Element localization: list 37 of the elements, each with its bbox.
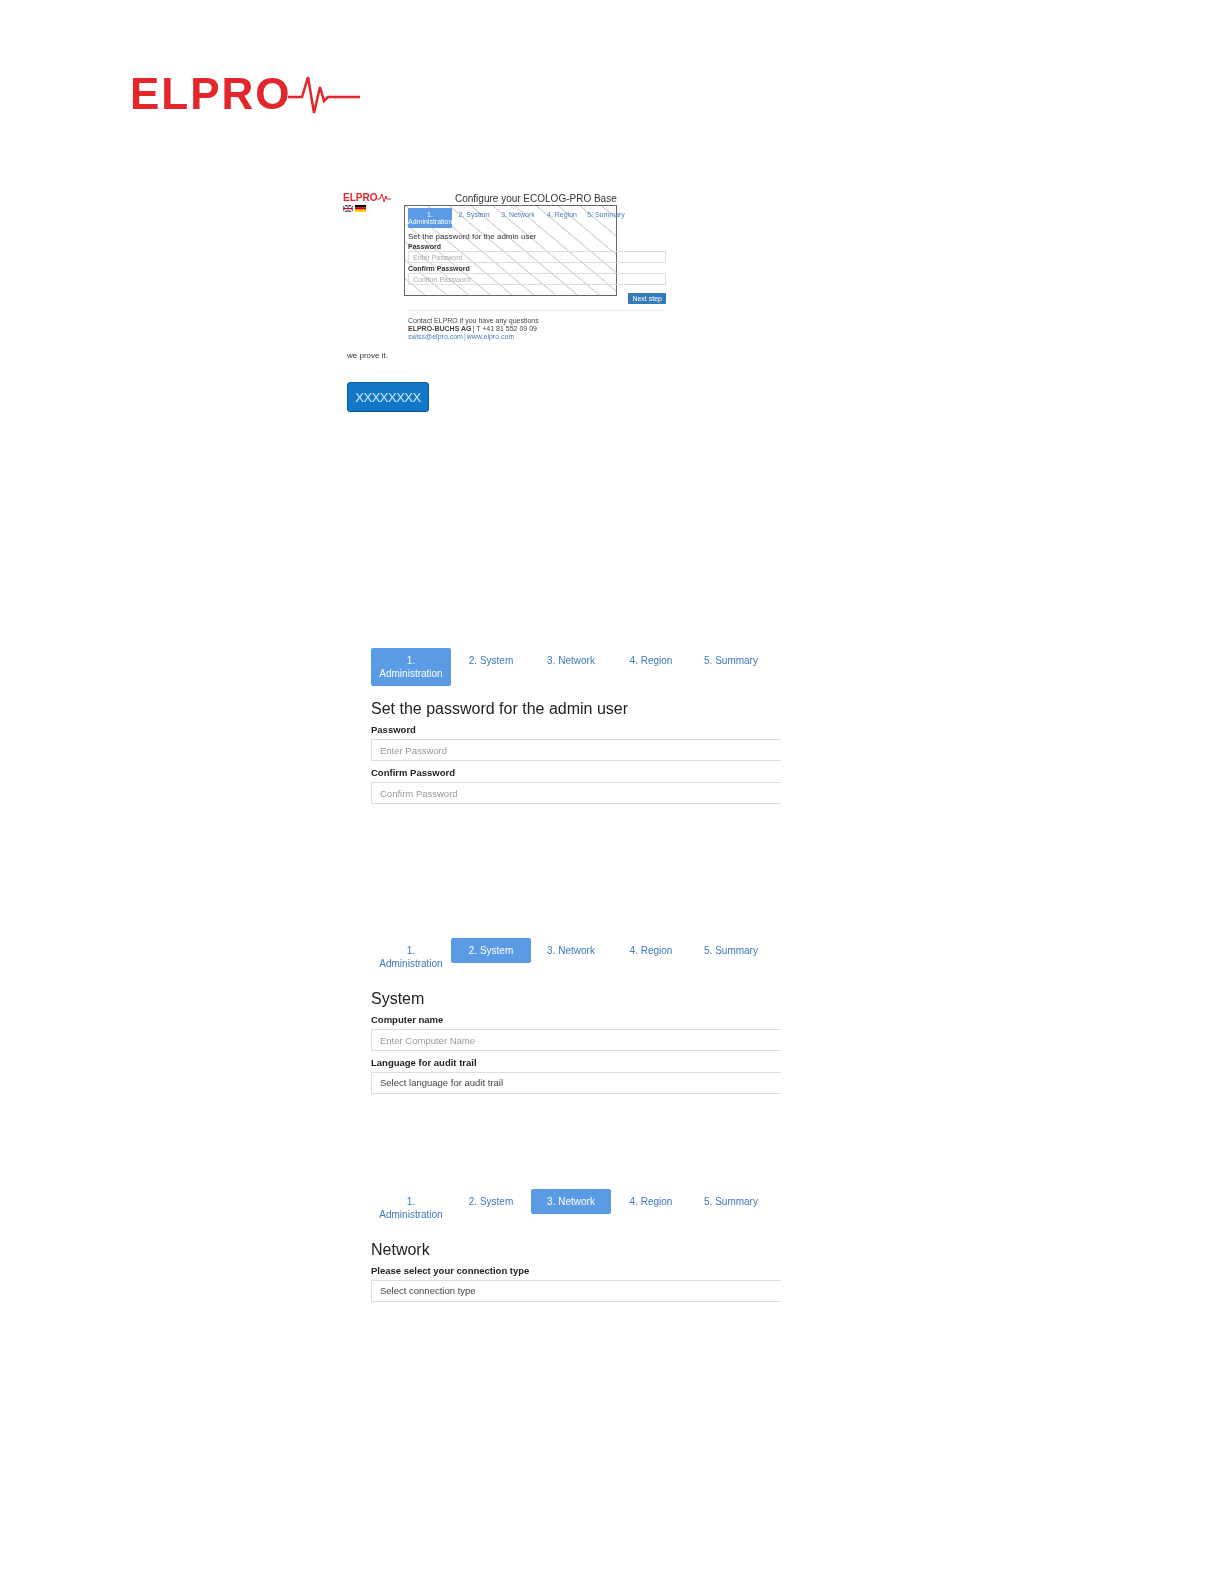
step-tab[interactable]: 5. Summary	[691, 938, 771, 963]
step-tab[interactable]: 2. System	[451, 938, 531, 963]
step-tab[interactable]: 3. Network	[531, 938, 611, 963]
step-tab[interactable]: 1. Administration	[371, 1189, 451, 1227]
input-field[interactable]: Confirm Password	[371, 782, 781, 804]
select-field[interactable]: Select connection type	[371, 1280, 781, 1302]
heartbeat-icon	[377, 192, 392, 203]
page-title: Configure your ECOLOG-PRO Base	[455, 192, 618, 205]
logo-text: ELPRO	[130, 72, 292, 116]
step-tab[interactable]: 3. Network	[531, 648, 611, 673]
field-label: Computer name	[371, 1014, 445, 1025]
step-tab[interactable]: 1. Administration	[371, 648, 451, 686]
step-tab[interactable]: 5. Summary	[691, 648, 771, 673]
field-label: Confirm Password	[371, 767, 456, 778]
section-heading: Set the password for the admin user	[408, 232, 538, 241]
primary-button[interactable]: XXXXXXXX	[347, 382, 429, 412]
section-heading: Set the password for the admin user	[371, 700, 630, 718]
logo-text: ELPRO	[343, 192, 378, 203]
section-heading: Network	[371, 1241, 431, 1259]
step-tab[interactable]: 3. Network	[531, 1189, 611, 1214]
step-tab[interactable]: 1. Administration	[371, 938, 451, 976]
step-tab[interactable]: 5. Summary	[691, 1189, 771, 1214]
step-tab[interactable]: 2. System	[451, 1189, 531, 1214]
field-label: Password	[371, 724, 417, 735]
field-label: Language for audit trail	[371, 1057, 478, 1068]
step-tab[interactable]: 4. Region	[611, 648, 691, 673]
step-tab[interactable]: 4. Region	[611, 938, 691, 963]
section-heading: System	[371, 990, 426, 1008]
input-field[interactable]: Enter Password	[371, 739, 781, 761]
step-tab[interactable]: 4. Region	[611, 1189, 691, 1214]
step-tab[interactable]: 2. System	[451, 648, 531, 673]
german-flag-icon[interactable]	[355, 205, 366, 212]
input-field[interactable]: Enter Computer Name	[371, 1029, 781, 1051]
field-label: Please select your connection type	[371, 1265, 531, 1276]
select-field[interactable]: Select language for audit trail	[371, 1072, 781, 1094]
uk-flag-icon[interactable]	[343, 205, 353, 212]
tagline-text: we prove it.	[347, 351, 389, 360]
